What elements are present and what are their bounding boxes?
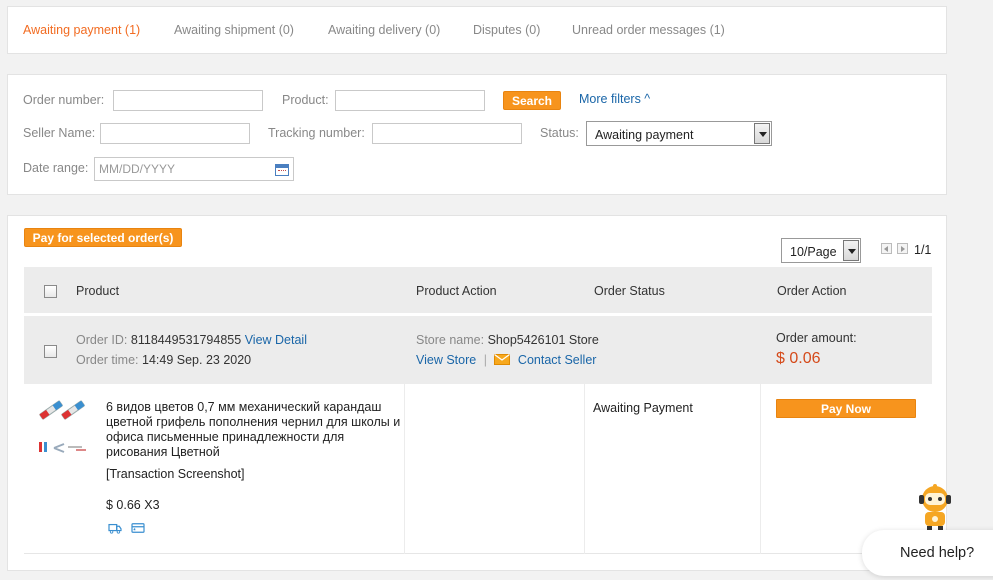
shipping-truck-icon[interactable]: [108, 522, 122, 534]
seller-name-input[interactable]: [100, 123, 250, 144]
calendar-icon[interactable]: [275, 164, 289, 176]
tab-awaiting-delivery[interactable]: Awaiting delivery (0): [328, 23, 440, 37]
column-divider: [760, 384, 761, 554]
payment-card-icon[interactable]: [131, 522, 145, 534]
product-thumbnail[interactable]: [36, 398, 90, 460]
pay-selected-button[interactable]: Pay for selected order(s): [24, 228, 182, 247]
need-help-button[interactable]: Need help?: [862, 530, 993, 576]
product-label: Product:: [282, 93, 329, 107]
store-name: Store name: Shop5426101 Store: [416, 333, 599, 347]
view-store-link[interactable]: View Store: [416, 353, 476, 367]
order-tabs: Awaiting payment (1) Awaiting shipment (…: [7, 6, 947, 54]
tracking-number-label: Tracking number:: [268, 126, 365, 140]
seller-name-label: Seller Name:: [23, 126, 96, 140]
page-info: 1/1: [914, 243, 932, 257]
store-name-value: Shop5426101 Store: [487, 333, 599, 347]
link-separator: |: [483, 353, 487, 367]
product-title-link[interactable]: 6 видов цветов 0,7 мм механический каран…: [106, 400, 406, 460]
orders-panel: Pay for selected order(s) 10/Page 1/1 Pr…: [7, 215, 947, 571]
pay-now-button[interactable]: Pay Now: [776, 399, 916, 418]
store-links: View Store | Contact Seller: [416, 353, 596, 367]
select-all-checkbox[interactable]: [44, 285, 57, 298]
order-time-value: 14:49 Sep. 23 2020: [142, 353, 252, 367]
column-product: Product: [76, 284, 120, 298]
date-range-label: Date range:: [23, 161, 89, 175]
order-number-label: Order number:: [23, 93, 105, 107]
transaction-screenshot-link[interactable]: [Transaction Screenshot]: [106, 467, 245, 481]
view-detail-link[interactable]: View Detail: [245, 333, 307, 347]
contact-seller-link[interactable]: Contact Seller: [518, 353, 597, 367]
order-amount: $ 0.06: [776, 350, 821, 367]
column-product-action: Product Action: [416, 284, 497, 298]
next-page-icon[interactable]: [897, 243, 908, 254]
order-id-label: Order ID:: [76, 333, 128, 347]
prev-page-icon[interactable]: [881, 243, 892, 254]
order-checkbox[interactable]: [44, 345, 57, 358]
item-price: $ 0.66 X3: [106, 498, 160, 512]
dropdown-arrow-icon[interactable]: [754, 123, 770, 144]
order-id: Order ID: 8118449531794855 View Detail: [76, 333, 307, 347]
product-input[interactable]: [335, 90, 485, 111]
filter-panel: Order number: Product: Search More filte…: [7, 74, 947, 195]
column-order-status: Order Status: [594, 284, 665, 298]
table-header: Product Product Action Order Status Orde…: [24, 267, 932, 313]
help-robot-icon[interactable]: [913, 483, 957, 531]
tab-disputes[interactable]: Disputes (0): [473, 23, 540, 37]
order-item-row: 6 видов цветов 0,7 мм механический каран…: [24, 384, 932, 554]
order-amount-label: Order amount:: [776, 331, 857, 345]
tracking-number-input[interactable]: [372, 123, 522, 144]
order-id-value: 8118449531794855: [130, 333, 242, 347]
date-range-input[interactable]: [94, 157, 294, 181]
page-size-select[interactable]: 10/Page: [781, 238, 861, 263]
order-header-row: Order ID: 8118449531794855 View Detail O…: [24, 316, 932, 384]
store-name-label: Store name:: [416, 333, 485, 347]
order-time-label: Order time:: [76, 353, 139, 367]
status-select[interactable]: Awaiting payment: [586, 121, 772, 146]
dropdown-arrow-icon[interactable]: [843, 240, 859, 261]
tab-awaiting-shipment[interactable]: Awaiting shipment (0): [174, 23, 294, 37]
column-divider: [584, 384, 585, 554]
order-number-input[interactable]: [113, 90, 263, 111]
order-time: Order time: 14:49 Sep. 23 2020: [76, 353, 251, 367]
page-size-value: 10/Page: [790, 245, 837, 259]
tab-awaiting-payment[interactable]: Awaiting payment (1): [23, 23, 140, 37]
more-filters-link[interactable]: More filters ^: [579, 92, 650, 106]
order-status-text: Awaiting Payment: [593, 401, 693, 415]
status-select-value: Awaiting payment: [595, 128, 694, 142]
tab-unread-messages[interactable]: Unread order messages (1): [572, 23, 725, 37]
search-button[interactable]: Search: [503, 91, 561, 110]
need-help-label: Need help?: [900, 545, 975, 561]
mail-icon: [494, 354, 511, 365]
status-label: Status:: [540, 126, 579, 140]
column-order-action: Order Action: [777, 284, 847, 298]
